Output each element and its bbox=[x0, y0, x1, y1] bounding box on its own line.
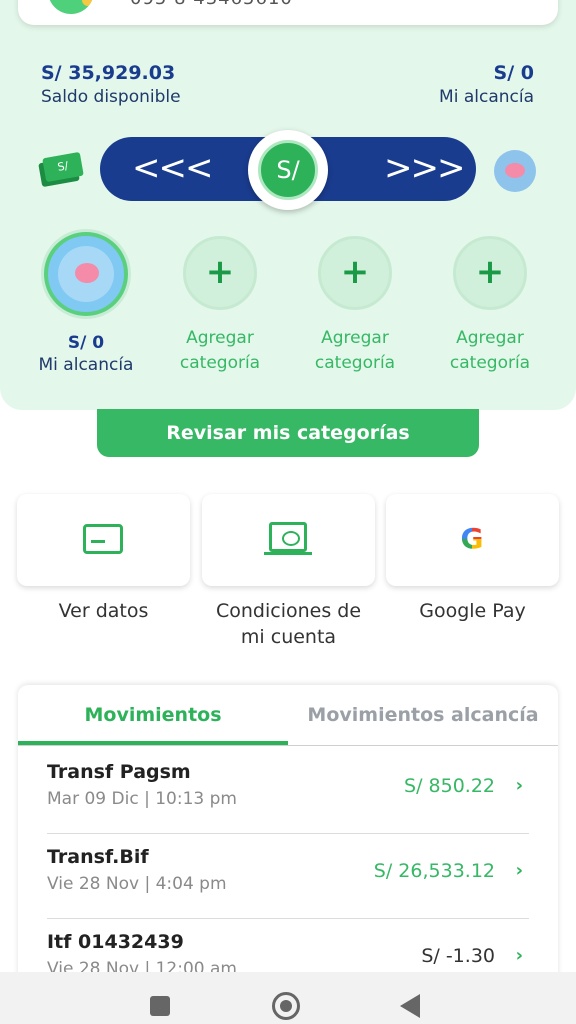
piggy-bank-icon bbox=[44, 232, 128, 316]
ver-datos-action[interactable]: Ver datos bbox=[17, 494, 190, 624]
piggy-amount: S/ 0 bbox=[493, 62, 534, 84]
google-icon: G bbox=[457, 524, 487, 554]
account-card[interactable]: 095 8 43465610 bbox=[18, 0, 558, 25]
avatar bbox=[48, 0, 94, 14]
tab-movimientos[interactable]: Movimientos bbox=[18, 685, 288, 745]
category-amount: S/ 0 bbox=[67, 333, 105, 353]
transaction-row[interactable]: Transf.Bif Vie 28 Nov | 4:04 pm S/ 26,53… bbox=[47, 834, 529, 919]
chevron-right-arrows-icon: >>> bbox=[384, 148, 465, 188]
home-icon[interactable] bbox=[272, 992, 300, 1020]
chevron-right-icon: › bbox=[515, 860, 523, 881]
id-card-icon bbox=[83, 524, 123, 554]
piggy-balance: S/ 0 Mi alcancía bbox=[439, 60, 534, 108]
transaction-name: Itf 01432439 bbox=[47, 931, 184, 953]
available-balance: S/ 35,929.03 Saldo disponible bbox=[41, 60, 181, 108]
google-pay-action[interactable]: G Google Pay bbox=[386, 494, 559, 624]
transaction-amount: S/ 26,533.12 bbox=[373, 860, 495, 882]
laptop-piggy-icon bbox=[264, 522, 312, 555]
plus-icon: + bbox=[475, 252, 505, 292]
category-mi-alcancia[interactable]: S/ 0 Mi alcancía bbox=[21, 232, 151, 376]
soles-icon: S/ bbox=[258, 140, 318, 200]
account-conditions-label: Condiciones de mi cuenta bbox=[215, 600, 362, 648]
plus-icon: + bbox=[205, 252, 235, 292]
add-category-button[interactable]: + Agregar categoría bbox=[290, 236, 420, 376]
google-pay-label: Google Pay bbox=[419, 600, 526, 622]
add-category-button[interactable]: + Agregar categoría bbox=[155, 236, 285, 376]
chevron-right-icon: › bbox=[515, 945, 523, 966]
recents-icon[interactable] bbox=[150, 996, 170, 1016]
tab-divider bbox=[18, 745, 558, 746]
transaction-name: Transf Pagsm bbox=[47, 761, 191, 783]
movements-card: Movimientos Movimientos alcancía Transf … bbox=[18, 685, 558, 985]
chevron-left-arrows-icon: <<< bbox=[132, 148, 213, 188]
add-category-label: Agregar categoría bbox=[314, 328, 396, 373]
category-name: Mi alcancía bbox=[38, 355, 134, 375]
chevron-right-icon: › bbox=[515, 775, 523, 796]
review-categories-button[interactable]: Revisar mis categorías bbox=[97, 409, 479, 457]
transaction-date: Mar 09 Dic | 10:13 pm bbox=[47, 789, 237, 809]
transaction-amount: S/ 850.22 bbox=[404, 775, 495, 797]
account-conditions-action[interactable]: Condiciones de mi cuenta bbox=[202, 494, 375, 650]
ver-datos-label: Ver datos bbox=[58, 600, 149, 622]
add-category-label: Agregar categoría bbox=[179, 328, 261, 373]
transaction-amount: S/ -1.30 bbox=[421, 945, 495, 967]
add-category-label: Agregar categoría bbox=[449, 328, 531, 373]
piggy-label: Mi alcancía bbox=[439, 87, 534, 107]
transaction-row[interactable]: Transf Pagsm Mar 09 Dic | 10:13 pm S/ 85… bbox=[47, 749, 529, 834]
money-bill-icon: S/ bbox=[38, 151, 84, 188]
add-category-button[interactable]: + Agregar categoría bbox=[425, 236, 555, 376]
plus-icon: + bbox=[340, 252, 370, 292]
system-nav-bar bbox=[0, 972, 576, 1024]
account-number: 095 8 43465610 bbox=[130, 0, 293, 9]
available-amount: S/ 35,929.03 bbox=[41, 62, 176, 84]
top-panel: 095 8 43465610 S/ 35,929.03 Saldo dispon… bbox=[0, 0, 576, 410]
transaction-name: Transf.Bif bbox=[47, 846, 149, 868]
available-label: Saldo disponible bbox=[41, 87, 181, 107]
piggy-bank-icon bbox=[494, 150, 536, 192]
tab-movimientos-alcancia[interactable]: Movimientos alcancía bbox=[288, 685, 558, 745]
slider-handle[interactable]: S/ bbox=[248, 130, 328, 210]
back-icon[interactable] bbox=[400, 994, 420, 1018]
transaction-date: Vie 28 Nov | 4:04 pm bbox=[47, 874, 227, 894]
